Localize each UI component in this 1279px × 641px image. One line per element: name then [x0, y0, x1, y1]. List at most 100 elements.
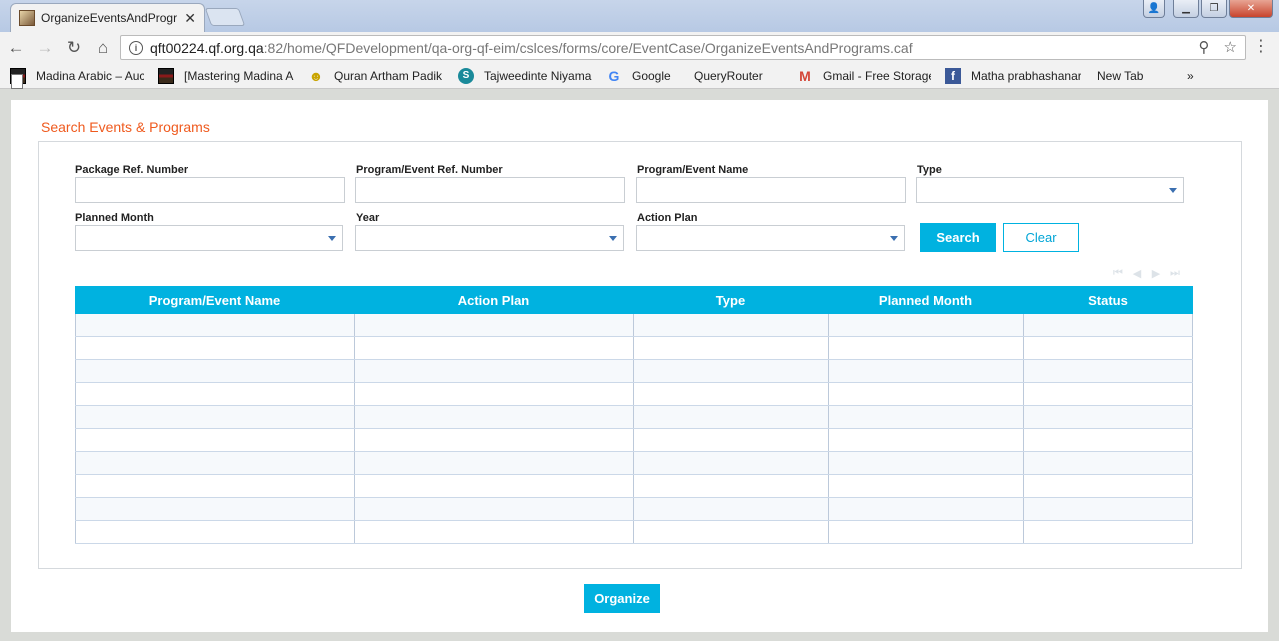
program-ref-input[interactable] [355, 177, 625, 203]
table-cell [354, 383, 633, 405]
url-host: qft00224.qf.org.qa [150, 39, 264, 56]
madina-icon [158, 67, 174, 84]
bookmark-star-icon[interactable]: ☆ [1224, 38, 1237, 56]
column-header-type[interactable]: Type [633, 286, 828, 314]
column-header-status[interactable]: Status [1023, 286, 1193, 314]
user-profile-icon[interactable]: 👤 [1143, 0, 1165, 18]
table-cell [633, 498, 828, 520]
table-cell [75, 337, 354, 359]
bookmark-item[interactable]: f Matha prabhashanar [945, 67, 1087, 84]
first-page-icon[interactable]: ⏮ [1111, 267, 1125, 279]
quran-icon: ☻ [308, 67, 324, 84]
bookmark-label: Madina Arabic – Auc [36, 68, 144, 83]
table-cell [1023, 337, 1193, 359]
table-cell [1023, 429, 1193, 451]
table-cell [354, 429, 633, 451]
table-cell [828, 498, 1023, 520]
browser-tab[interactable]: OrganizeEventsAndProgr ✕ [10, 3, 205, 32]
column-header-program-name[interactable]: Program/Event Name [75, 286, 354, 314]
url-path: :82/home/QFDevelopment/qa-org-qf-eim/csl… [263, 39, 913, 56]
bookmark-label: Google [632, 68, 671, 83]
reload-icon[interactable]: ↻ [61, 35, 87, 61]
table-cell [75, 360, 354, 382]
clear-button[interactable]: Clear [1003, 223, 1079, 252]
table-cell [75, 429, 354, 451]
back-arrow-icon[interactable]: ← [3, 35, 29, 61]
new-tab-button[interactable] [204, 8, 246, 26]
table-cell [828, 314, 1023, 336]
table-cell [1023, 406, 1193, 428]
grid-body [75, 314, 1193, 544]
table-row[interactable] [75, 429, 1193, 452]
bookmark-item[interactable]: ☻ Quran Artham Padik [308, 68, 448, 84]
table-cell [828, 475, 1023, 497]
last-page-icon[interactable]: ⏭ [1168, 267, 1182, 279]
type-label: Type [917, 164, 942, 176]
site-info-icon[interactable]: i [129, 40, 143, 55]
bookmark-item[interactable]: [Mastering Madina A [158, 67, 298, 84]
table-cell [633, 383, 828, 405]
bookmarks-bar: Madina Arabic – Auc [Mastering Madina A … [0, 63, 1279, 89]
home-icon[interactable]: ⌂ [90, 35, 116, 61]
next-page-icon[interactable]: ▶ [1149, 267, 1163, 280]
bookmark-item[interactable]: Madina Arabic – Auc [10, 67, 148, 84]
search-button[interactable]: Search [920, 223, 996, 252]
planned-month-select[interactable] [75, 225, 343, 251]
bookmark-item[interactable]: S Tajweedinte Niyama [458, 67, 596, 84]
table-row[interactable] [75, 475, 1193, 498]
column-header-planned-month[interactable]: Planned Month [828, 286, 1023, 314]
table-row[interactable] [75, 452, 1193, 475]
table-row[interactable] [75, 521, 1193, 544]
package-ref-input[interactable] [75, 177, 345, 203]
bookmark-item[interactable]: M Gmail - Free Storage [797, 68, 935, 84]
table-cell [354, 475, 633, 497]
table-cell [354, 521, 633, 543]
page-content: Search Events & Programs Package Ref. Nu… [11, 100, 1268, 632]
prev-page-icon[interactable]: ◀ [1130, 267, 1144, 280]
action-plan-select[interactable] [636, 225, 905, 251]
table-cell [75, 383, 354, 405]
page-icon [11, 74, 23, 89]
table-cell [75, 475, 354, 497]
table-cell [1023, 475, 1193, 497]
program-name-input[interactable] [636, 177, 906, 203]
results-grid: Program/Event Name Action Plan Type Plan… [75, 286, 1193, 544]
type-select[interactable] [916, 177, 1184, 203]
maximize-button[interactable]: ❐ [1201, 0, 1227, 18]
organize-button[interactable]: Organize [584, 584, 660, 613]
browser-window: OrganizeEventsAndProgr ✕ 👤 ▁ ❐ ✕ ← → ↻ ⌂… [0, 0, 1279, 641]
bookmark-item[interactable]: G Google [606, 68, 684, 84]
forward-arrow-icon[interactable]: → [32, 35, 58, 61]
bookmark-label: Matha prabhashanar [971, 68, 1081, 83]
bookmarks-overflow-icon[interactable]: » [1187, 69, 1194, 83]
close-tab-icon[interactable]: ✕ [184, 10, 196, 27]
table-row[interactable] [75, 383, 1193, 406]
table-cell [75, 314, 354, 336]
table-cell [1023, 452, 1193, 474]
bookmark-item[interactable]: QueryRouter [11, 69, 787, 89]
table-row[interactable] [75, 360, 1193, 383]
table-cell [354, 337, 633, 359]
bookmark-label: [Mastering Madina A [184, 68, 294, 83]
table-cell [1023, 383, 1193, 405]
column-header-action-plan[interactable]: Action Plan [354, 286, 633, 314]
table-row[interactable] [75, 337, 1193, 360]
chevron-down-icon [328, 236, 336, 241]
zoom-icon[interactable]: ⚲ [1199, 38, 1210, 56]
table-row[interactable] [75, 314, 1193, 337]
page-favicon-icon [19, 10, 35, 26]
planned-month-label: Planned Month [75, 212, 154, 224]
table-cell [828, 383, 1023, 405]
bookmark-label: Gmail - Free Storage [823, 68, 931, 83]
bookmark-item[interactable]: New Tab [11, 69, 1177, 89]
menu-kebab-icon[interactable]: ⋮ [1253, 36, 1269, 56]
table-cell [354, 498, 633, 520]
table-row[interactable] [75, 498, 1193, 521]
year-label: Year [356, 212, 380, 224]
minimize-button[interactable]: ▁ [1173, 0, 1199, 18]
bookmark-label: Quran Artham Padik [334, 68, 442, 83]
close-window-button[interactable]: ✕ [1229, 0, 1273, 18]
table-row[interactable] [75, 406, 1193, 429]
year-select[interactable] [355, 225, 624, 251]
address-bar[interactable]: i qft00224.qf.org.qa:82/home/QFDevelopme… [120, 35, 1246, 60]
